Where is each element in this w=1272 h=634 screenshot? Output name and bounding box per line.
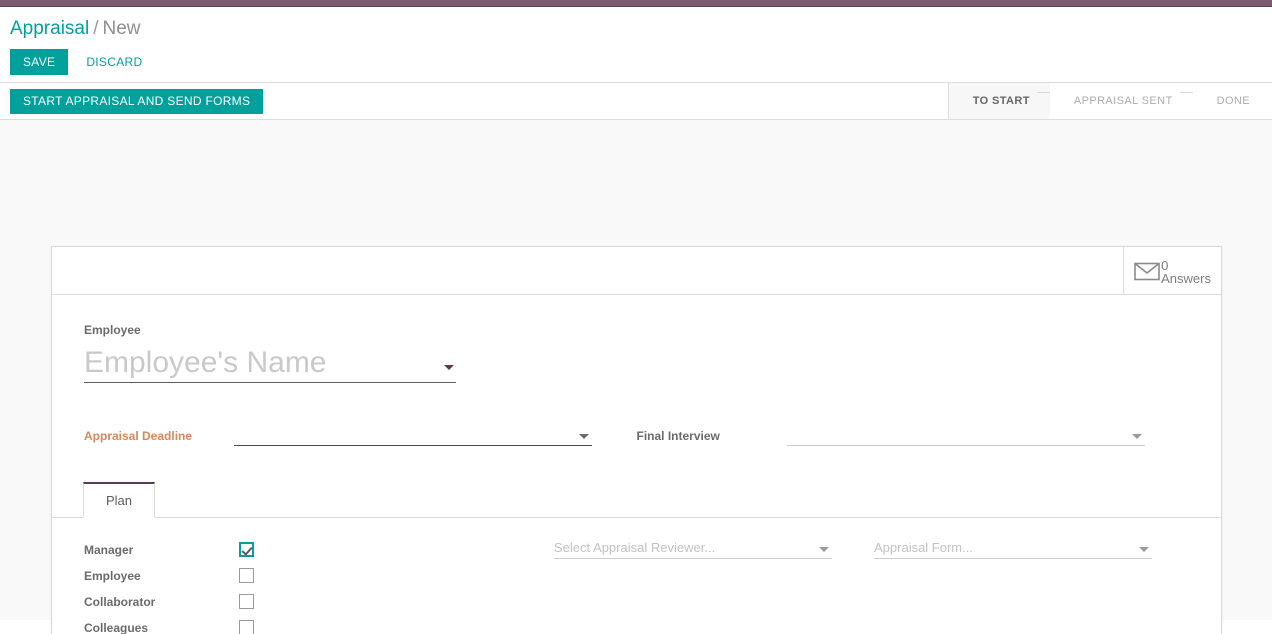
control-panel: Appraisal / New SAVE DISCARD [0, 7, 1272, 83]
manager-checkbox[interactable] [239, 542, 254, 557]
breadcrumb-current: New [102, 18, 141, 39]
employee-checkbox[interactable] [239, 568, 254, 583]
answers-stat-button[interactable]: 0 Answers [1123, 247, 1221, 294]
plan-row-collaborator: Collaborator [84, 590, 554, 613]
answers-label: Answers [1161, 270, 1211, 286]
notebook: Plan Manager Employee Collaborator Colle… [52, 482, 1221, 634]
statusbar: TO START APPRAISAL SENT DONE [947, 83, 1272, 119]
employee-row-label: Employee [84, 568, 141, 583]
tab-plan[interactable]: Plan [83, 482, 156, 518]
final-interview-group: Final Interview [637, 425, 1190, 446]
breadcrumb-root[interactable]: Appraisal [10, 18, 89, 39]
top-navbar [0, 0, 1272, 7]
dates-row: Appraisal Deadline Final Interview [84, 425, 1189, 446]
appraisal-deadline-chevron-down-icon[interactable] [579, 434, 589, 439]
appraisal-form-field [874, 538, 1152, 559]
plan-checkbox-column: Manager Employee Collaborator Colleagues [84, 538, 554, 634]
form-sheet: 0 Answers Employee Appraisal Deadline [51, 246, 1222, 634]
notebook-page-plan: Manager Employee Collaborator Colleagues… [84, 518, 1189, 634]
envelope-icon [1134, 262, 1160, 281]
status-step-appraisal-sent[interactable]: APPRAISAL SENT [1049, 83, 1193, 119]
form-view: 0 Answers Employee Appraisal Deadline [0, 120, 1272, 634]
appraisal-deadline-group: Appraisal Deadline [84, 425, 637, 446]
statusbar-spacer [263, 83, 947, 119]
start-appraisal-and-send-forms-button[interactable]: START APPRAISAL AND SEND FORMS [10, 89, 264, 114]
colleagues-label: Colleagues [84, 620, 149, 634]
status-step-to-start[interactable]: TO START [948, 83, 1050, 119]
answers-stat-text: 0 Answers [1161, 259, 1211, 285]
employee-field-group: Employee [84, 315, 1189, 383]
collaborator-label: Collaborator [84, 594, 156, 609]
appraisal-form-input[interactable] [874, 538, 1119, 557]
appraisal-deadline-field [234, 425, 592, 446]
employee-chevron-down-icon[interactable] [444, 365, 454, 370]
appraisal-deadline-label: Appraisal Deadline [84, 429, 193, 443]
breadcrumb-separator: / [93, 18, 99, 39]
final-interview-input[interactable] [786, 425, 1124, 445]
save-button[interactable]: SAVE [10, 49, 69, 75]
discard-button[interactable]: DISCARD [74, 50, 154, 74]
final-interview-field [786, 425, 1145, 446]
stat-button-box: 0 Answers [52, 247, 1221, 295]
collaborator-checkbox[interactable] [239, 594, 254, 609]
manager-label: Manager [84, 542, 134, 557]
plan-row-employee: Employee [84, 564, 554, 587]
statusbar-row: START APPRAISAL AND SEND FORMS TO START … [0, 83, 1272, 120]
colleagues-checkbox[interactable] [239, 620, 254, 634]
appraisal-deadline-input[interactable] [234, 425, 571, 445]
breadcrumb: Appraisal / New [10, 7, 1262, 42]
final-interview-label: Final Interview [636, 429, 720, 443]
control-panel-buttons: SAVE DISCARD [10, 49, 1262, 75]
answers-count: 0 [1161, 257, 1169, 273]
plan-row-colleagues: Colleagues [84, 616, 554, 634]
employee-label: Employee [84, 323, 141, 337]
plan-select-column [554, 538, 1194, 634]
plan-row-manager: Manager [84, 538, 554, 561]
appraisal-reviewer-chevron-down-icon[interactable] [819, 547, 829, 552]
notebook-tabs: Plan [52, 482, 1221, 518]
appraisal-reviewer-input[interactable] [554, 538, 799, 557]
status-step-done[interactable]: DONE [1192, 83, 1272, 119]
appraisal-reviewer-field [554, 538, 832, 559]
appraisal-form-chevron-down-icon[interactable] [1139, 547, 1149, 552]
final-interview-chevron-down-icon[interactable] [1131, 434, 1142, 439]
plan-grid: Manager Employee Collaborator Colleagues… [84, 538, 1189, 634]
employee-input[interactable] [84, 345, 424, 381]
employee-field [84, 345, 456, 383]
sheet-inner: Employee Appraisal Deadline Final Interv… [52, 295, 1221, 634]
